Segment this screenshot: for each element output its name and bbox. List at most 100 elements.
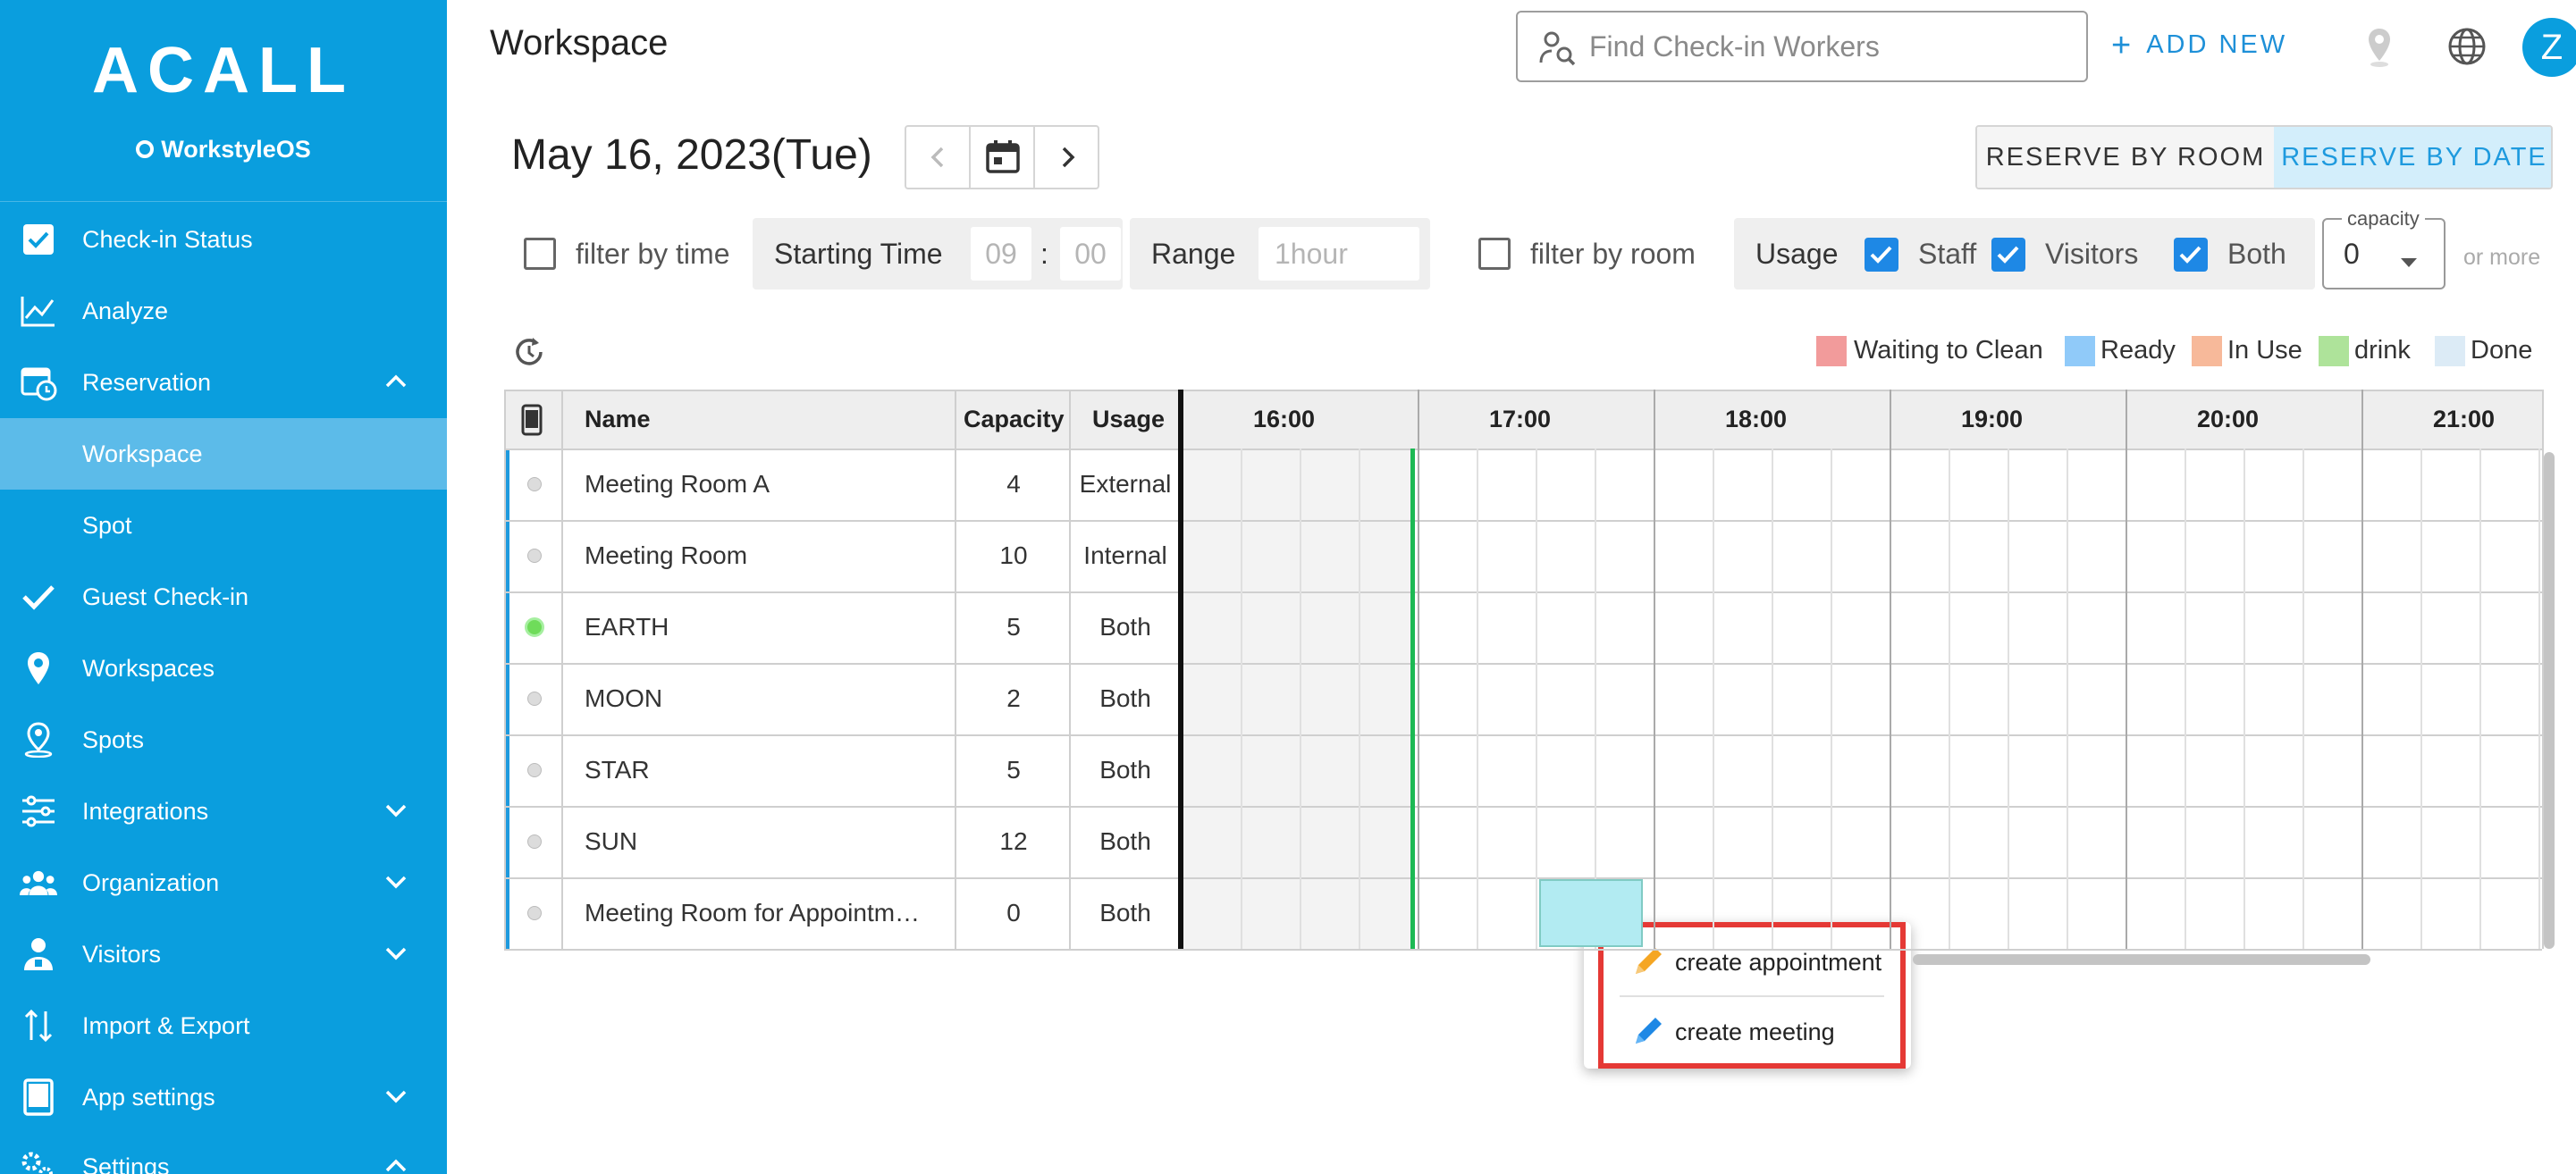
hour-label: 18:00 [1725,406,1788,432]
sidebar: ACALL WorkstyleOS Check-in Status Analyz… [0,0,447,1174]
hour-label: 16:00 [1253,406,1316,432]
sidebar-item-workspaces[interactable]: Workspaces [0,633,447,704]
sidebar-item-reservation[interactable]: Reservation [0,347,447,418]
horizontal-scrollbar[interactable] [1913,954,2370,965]
room-capacity: 4 [1006,470,1021,498]
capacity-label: capacity [2342,207,2425,231]
sidebar-item-label: Spot [82,511,132,539]
workstyleos-logo: WorkstyleOS [0,136,447,164]
room-name[interactable]: SUN [585,827,637,856]
room-capacity: 5 [1006,756,1021,784]
table-row[interactable] [504,806,2542,877]
status-dot-online [525,617,544,637]
sidebar-item-settings[interactable]: Settings [0,1131,447,1174]
page-title: Workspace [490,23,669,63]
sidebar-item-label: Analyze [82,297,169,324]
filter-by-room-checkbox[interactable] [1478,238,1511,270]
capacity-select[interactable]: capacity 0 [2322,207,2446,289]
room-name[interactable]: MOON [585,684,662,713]
room-usage: Both [1099,899,1151,927]
table-row[interactable] [504,663,2542,734]
start-minute-input[interactable]: 00 [1060,227,1121,281]
hour-label: 19:00 [1961,406,2024,432]
visitors-label: Visitors [2045,238,2139,270]
tablet-header-icon [517,404,547,442]
legend-swatch [2435,336,2465,366]
staff-label: Staff [1918,238,1977,270]
range-input[interactable]: 1hour [1259,227,1419,281]
legend-label: Ready [2100,336,2176,365]
person-search-icon [1539,30,1577,72]
filter-by-room-label: filter by room [1530,238,1696,270]
name-header: Name [585,406,651,432]
reserve-by-room-button[interactable]: RESERVE BY ROOM [1977,127,2274,188]
chevron-up-icon [383,368,409,395]
sidebar-item-integrations[interactable]: Integrations [0,776,447,847]
globe-icon[interactable] [2447,27,2487,72]
staff-checkbox[interactable] [1865,238,1898,272]
search-placeholder: Find Check-in Workers [1589,30,1880,63]
gears-icon [20,1151,57,1174]
caret-down-icon [2399,247,2419,275]
import-export-icon [20,1009,57,1043]
visitors-checkbox[interactable] [1991,238,2025,272]
sidebar-item-guest-check-in[interactable]: Guest Check-in [0,561,447,633]
next-day-button[interactable] [1033,125,1099,189]
sidebar-item-spots[interactable]: Spots [0,704,447,776]
sidebar-item-organization[interactable]: Organization [0,847,447,918]
sidebar-item-import-export[interactable]: Import & Export [0,990,447,1061]
plus-icon: + [2111,27,2134,64]
legend-swatch [2192,336,2222,366]
legend-label: Waiting to Clean [1854,336,2043,365]
filter-by-time-checkbox[interactable] [524,238,556,270]
room-name[interactable]: EARTH [585,613,669,642]
sidebar-item-label: Guest Check-in [82,583,249,610]
selected-time-slot[interactable] [1539,879,1643,947]
room-name[interactable]: STAR [585,756,650,784]
legend-label: Done [2471,336,2533,365]
table-row[interactable] [504,734,2542,806]
refresh-icon[interactable] [511,334,547,376]
table-row[interactable] [504,591,2542,663]
sidebar-item-workspace[interactable]: Workspace [0,418,447,490]
room-name[interactable]: Meeting Room A [585,470,770,499]
map-pin-icon [20,652,57,684]
chevron-up-icon [383,1153,409,1174]
location-pin-icon[interactable] [2363,25,2395,74]
sidebar-item-label: Import & Export [82,1011,250,1039]
sidebar-item-app-settings[interactable]: App settings [0,1061,447,1133]
capacity-header: Capacity [964,406,1065,432]
pencil-blue-icon [1630,1013,1666,1055]
both-checkbox[interactable] [2174,238,2208,272]
sidebar-item-check-in-status[interactable]: Check-in Status [0,204,447,275]
search-input[interactable]: Find Check-in Workers [1516,11,2088,82]
add-new-button[interactable]: + ADD NEW [2111,27,2287,65]
room-name[interactable]: Meeting Room for Appointm… [585,899,920,927]
room-capacity: 5 [1006,613,1021,641]
both-label: Both [2227,238,2286,270]
sidebar-item-label: Spots [82,725,145,753]
sidebar-item-analyze[interactable]: Analyze [0,275,447,347]
sidebar-item-label: Organization [82,868,220,896]
legend-label: drink [2354,336,2411,365]
room-name[interactable]: Meeting Room [585,541,747,570]
calendar-button[interactable] [969,125,1035,189]
start-hour-input[interactable]: 09 [971,227,1031,281]
avatar[interactable]: Z [2522,18,2576,77]
status-dot [527,692,542,706]
prev-day-button[interactable] [905,125,971,189]
chart-line-icon [20,295,57,327]
vertical-scrollbar[interactable] [2544,452,2555,949]
capacity-value: 0 [2344,238,2360,270]
table-row[interactable] [504,520,2542,591]
table-row[interactable] [504,449,2542,520]
sidebar-item-spot[interactable]: Spot [0,490,447,561]
people-icon [20,867,57,899]
sidebar-item-label: Check-in Status [82,225,253,253]
person-pin-icon [20,722,57,758]
reserve-by-date-button[interactable]: RESERVE BY DATE [2274,127,2551,188]
chevron-right-icon [1055,145,1080,176]
create-meeting-item[interactable]: create meeting [1604,997,1900,1065]
sidebar-item-visitors[interactable]: Visitors [0,918,447,990]
starting-time-label: Starting Time [774,238,943,270]
